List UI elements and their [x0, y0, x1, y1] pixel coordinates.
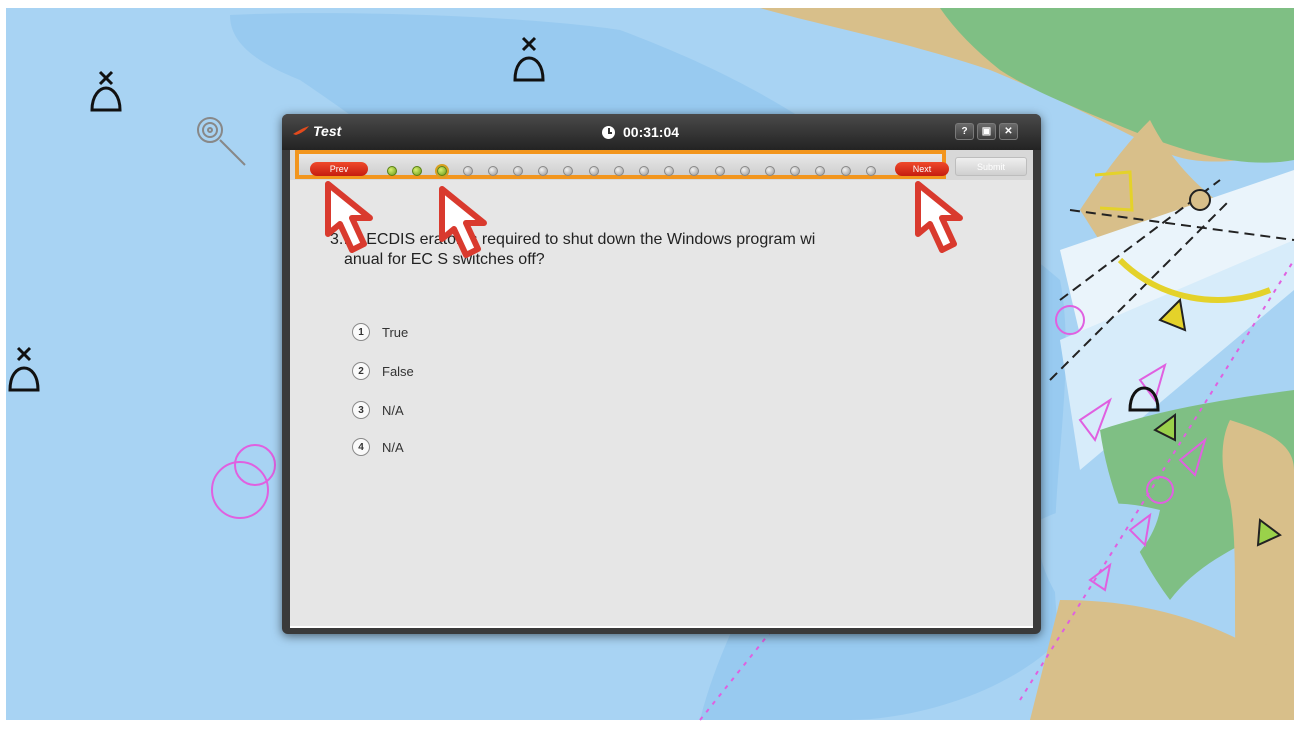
question-dot-13[interactable]: [689, 166, 700, 176]
cursor-arrow-icon: [439, 186, 487, 258]
question-dot-19[interactable]: [840, 166, 851, 176]
question-dot-4[interactable]: [462, 166, 473, 176]
option-2[interactable]: 2 False: [352, 361, 414, 381]
option-4[interactable]: 4 N/A: [352, 437, 404, 457]
countdown-timer: 00:31:04: [602, 123, 679, 141]
cursor-arrow-icon: [915, 181, 963, 253]
option-radio[interactable]: 4: [352, 438, 370, 456]
question-line-1: he ECDIS erator is required to shut down…: [344, 231, 816, 248]
option-label: N/A: [382, 439, 404, 455]
question-dot-17[interactable]: [790, 166, 801, 176]
question-dot-8[interactable]: [563, 166, 574, 176]
question-dot-3[interactable]: [437, 166, 448, 176]
question-dot-9[interactable]: [588, 166, 599, 176]
dialog-title: Test: [313, 123, 342, 139]
question-dot-15[interactable]: [739, 166, 750, 176]
option-radio[interactable]: 3: [352, 401, 370, 419]
question-dot-18[interactable]: [815, 166, 826, 176]
ecdis-screen: Test 00:31:04 ? ▣ ✕ Prev Next Submit 3. …: [0, 0, 1297, 729]
dialog-titlebar[interactable]: Test 00:31:04 ? ▣ ✕: [282, 114, 1041, 150]
option-label: False: [382, 363, 414, 379]
question-dot-1[interactable]: [387, 166, 397, 176]
question-dots: [387, 166, 887, 176]
option-1[interactable]: 1 True: [352, 322, 408, 342]
cursor-arrow-icon: [325, 181, 373, 253]
question-dot-16[interactable]: [765, 166, 775, 176]
question-dot-20[interactable]: [865, 166, 876, 176]
option-3[interactable]: 3 N/A: [352, 400, 404, 420]
question-dot-14[interactable]: [714, 166, 725, 176]
question-dot-10[interactable]: [613, 166, 624, 176]
help-button[interactable]: ?: [955, 123, 974, 140]
option-label: True: [382, 324, 409, 340]
question-navigation-bar: Prev Next Submit: [290, 150, 1033, 180]
option-label: N/A: [382, 402, 404, 418]
question-dot-5[interactable]: [487, 166, 498, 176]
question-dot-6[interactable]: [513, 166, 523, 176]
clock-icon: [602, 125, 615, 139]
submit-button[interactable]: Submit: [955, 157, 1027, 176]
option-radio[interactable]: 2: [352, 362, 370, 380]
question-dot-12[interactable]: [664, 166, 675, 176]
question-line-2: anual for EC S switches off?: [344, 251, 545, 268]
restore-button[interactable]: ▣: [977, 123, 996, 140]
prev-button[interactable]: Prev: [310, 162, 368, 176]
close-button[interactable]: ✕: [999, 123, 1018, 140]
question-dot-2[interactable]: [412, 166, 423, 176]
navigation-highlight-frame: Prev Next: [295, 150, 949, 179]
question-dot-11[interactable]: [639, 166, 649, 176]
option-radio[interactable]: 1: [352, 323, 370, 341]
question-dot-7[interactable]: [538, 166, 549, 176]
next-button[interactable]: Next: [895, 162, 949, 176]
timer-value: 00:31:04: [623, 124, 680, 140]
question-text: 3. he ECDIS erator is required to shut d…: [330, 230, 904, 270]
flame-icon: [293, 126, 309, 135]
